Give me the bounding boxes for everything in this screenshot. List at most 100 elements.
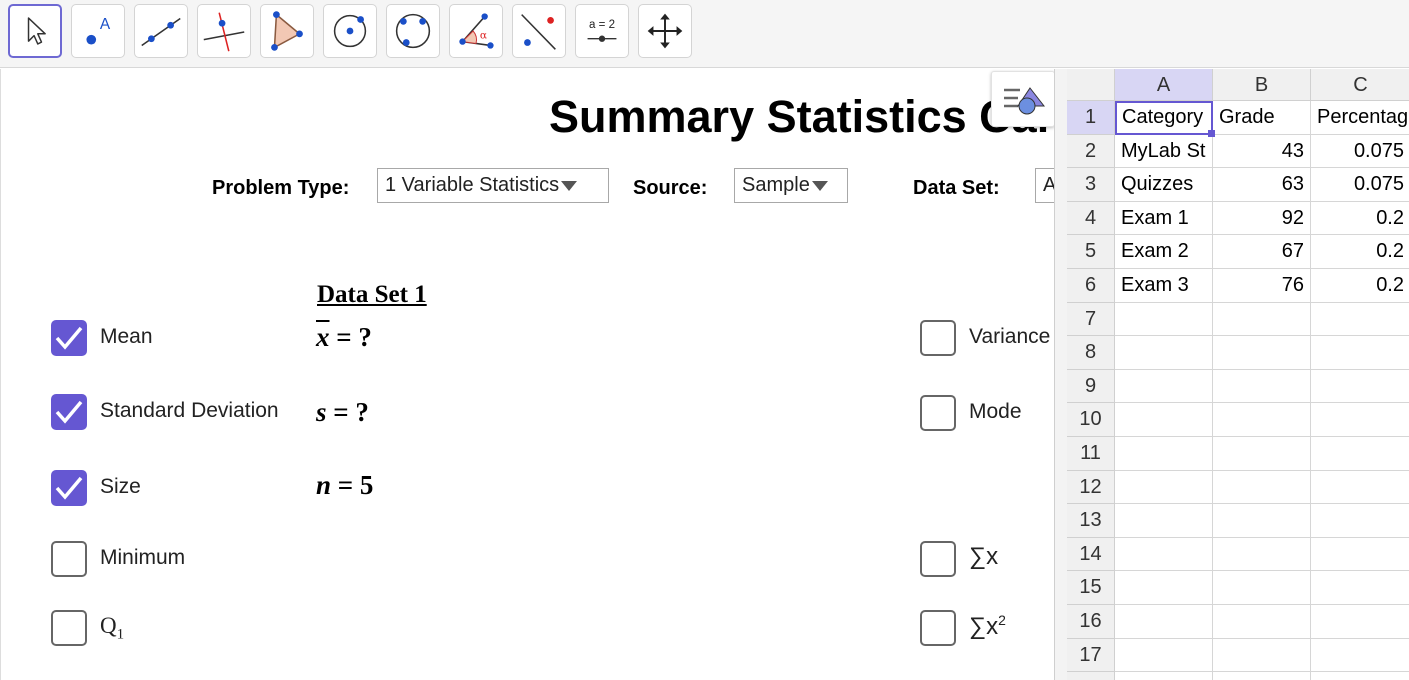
- cell-a[interactable]: [1115, 403, 1213, 437]
- cell-c[interactable]: 0.2: [1311, 235, 1409, 269]
- variance-checkbox[interactable]: [920, 320, 956, 356]
- cell-a[interactable]: [1115, 537, 1213, 572]
- cell-b[interactable]: 63: [1213, 168, 1311, 202]
- problem-type-dropdown[interactable]: 1 Variable Statistics: [377, 168, 609, 203]
- row-header[interactable]: 5: [1067, 235, 1115, 269]
- cell-c[interactable]: [1311, 504, 1409, 538]
- row-header[interactable]: 11: [1067, 437, 1115, 471]
- row-header[interactable]: 7: [1067, 302, 1115, 337]
- cell-b[interactable]: [1213, 302, 1311, 337]
- cell-a[interactable]: [1115, 302, 1213, 337]
- cell-a[interactable]: Exam 2: [1115, 235, 1213, 269]
- cell-c[interactable]: 0.2: [1311, 202, 1409, 236]
- cell-b[interactable]: 43: [1213, 134, 1311, 169]
- cell-a[interactable]: [1115, 605, 1213, 639]
- circle-three-points-tool-button[interactable]: [386, 4, 440, 58]
- circle-center-tool-button[interactable]: [323, 4, 377, 58]
- cell-a[interactable]: Exam 3: [1115, 269, 1213, 303]
- cell-c[interactable]: [1311, 538, 1409, 572]
- cell-c[interactable]: [1311, 370, 1409, 404]
- sum-x-squared-checkbox[interactable]: [920, 610, 956, 646]
- cell-b[interactable]: 67: [1213, 235, 1311, 269]
- cell-c[interactable]: [1311, 303, 1409, 337]
- column-header-b[interactable]: B: [1213, 69, 1311, 101]
- cell-a[interactable]: Exam 1: [1115, 201, 1213, 236]
- cell-c[interactable]: 0.075: [1311, 135, 1409, 169]
- line-tool-button[interactable]: [134, 4, 188, 58]
- cell-b[interactable]: [1213, 369, 1311, 404]
- minimum-checkbox[interactable]: [51, 541, 87, 577]
- cell-a[interactable]: [1115, 638, 1213, 673]
- polygon-tool-button[interactable]: [260, 4, 314, 58]
- standard-deviation-checkbox[interactable]: [51, 394, 87, 430]
- cell-c[interactable]: [1311, 471, 1409, 505]
- cell-a[interactable]: [1115, 672, 1213, 680]
- row-header[interactable]: 8: [1067, 336, 1115, 370]
- row-header[interactable]: 13: [1067, 504, 1115, 538]
- selection-fill-handle[interactable]: [1208, 129, 1215, 137]
- row-header[interactable]: 17: [1067, 638, 1115, 673]
- mode-checkbox[interactable]: [920, 395, 956, 431]
- column-header-c[interactable]: C: [1311, 69, 1409, 101]
- cell-a[interactable]: [1115, 336, 1213, 370]
- cell-b[interactable]: 92: [1213, 201, 1311, 236]
- cell-b[interactable]: Grade: [1213, 101, 1311, 135]
- mean-checkbox[interactable]: [51, 320, 87, 356]
- cell-b[interactable]: [1213, 470, 1311, 505]
- cell-a[interactable]: Quizzes: [1115, 168, 1213, 202]
- row-header[interactable]: 3: [1067, 168, 1115, 202]
- cell-b[interactable]: [1213, 672, 1311, 680]
- size-checkbox[interactable]: [51, 470, 87, 506]
- row-header[interactable]: 4: [1067, 201, 1115, 236]
- row-header[interactable]: 15: [1067, 571, 1115, 605]
- cell-a[interactable]: [1115, 571, 1213, 605]
- cell-c[interactable]: [1311, 437, 1409, 471]
- cell-b[interactable]: [1213, 403, 1311, 437]
- point-tool-button[interactable]: A: [71, 4, 125, 58]
- cell-c[interactable]: [1311, 571, 1409, 605]
- row-header[interactable]: 1: [1067, 101, 1115, 135]
- cell-b[interactable]: [1213, 605, 1311, 639]
- cell-c[interactable]: Percentag: [1311, 101, 1409, 135]
- row-header[interactable]: 6: [1067, 269, 1115, 303]
- graphics-view[interactable]: Summary Statistics Cal Problem Type: 1 V…: [0, 69, 1054, 680]
- cell-b[interactable]: [1213, 638, 1311, 673]
- cell-a[interactable]: [1115, 504, 1213, 538]
- move-tool-button[interactable]: [8, 4, 62, 58]
- q1-checkbox[interactable]: [51, 610, 87, 646]
- corner-header[interactable]: [1067, 69, 1115, 101]
- row-header[interactable]: 9: [1067, 369, 1115, 404]
- data-set-dropdown[interactable]: A: [1035, 168, 1054, 203]
- cell-b[interactable]: [1213, 336, 1311, 370]
- slider-tool-button[interactable]: a = 2: [575, 4, 629, 58]
- row-header[interactable]: 10: [1067, 403, 1115, 437]
- perpendicular-line-tool-button[interactable]: [197, 4, 251, 58]
- cell-c[interactable]: [1311, 639, 1409, 673]
- row-header[interactable]: 12: [1067, 470, 1115, 505]
- row-header[interactable]: 14: [1067, 537, 1115, 572]
- cell-c[interactable]: [1311, 336, 1409, 370]
- cell-b[interactable]: 76: [1213, 269, 1311, 303]
- cell-a[interactable]: [1115, 369, 1213, 404]
- cell-c[interactable]: [1311, 672, 1409, 680]
- cell-a[interactable]: [1115, 470, 1213, 505]
- cell-a[interactable]: [1115, 437, 1213, 471]
- cell-b[interactable]: [1213, 571, 1311, 605]
- move-graphics-view-tool-button[interactable]: [638, 4, 692, 58]
- row-header[interactable]: 2: [1067, 134, 1115, 169]
- cell-a[interactable]: Category: [1115, 101, 1213, 135]
- cell-c[interactable]: [1311, 605, 1409, 639]
- row-header[interactable]: 16: [1067, 605, 1115, 639]
- cell-a[interactable]: MyLab St: [1115, 134, 1213, 169]
- cell-c[interactable]: 0.2: [1311, 269, 1409, 303]
- cell-b[interactable]: [1213, 504, 1311, 538]
- cell-b[interactable]: [1213, 537, 1311, 572]
- row-header[interactable]: 18: [1067, 672, 1115, 680]
- angle-tool-button[interactable]: α: [449, 4, 503, 58]
- cell-c[interactable]: [1311, 403, 1409, 437]
- cell-b[interactable]: [1213, 437, 1311, 471]
- source-dropdown[interactable]: Sample: [734, 168, 848, 203]
- cell-c[interactable]: 0.075: [1311, 168, 1409, 202]
- reflect-tool-button[interactable]: [512, 4, 566, 58]
- sum-x-checkbox[interactable]: [920, 541, 956, 577]
